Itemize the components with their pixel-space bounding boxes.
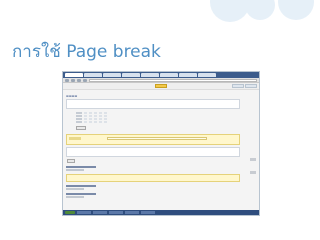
apply-button[interactable] bbox=[76, 126, 86, 130]
question-item[interactable] bbox=[66, 193, 240, 198]
header-button[interactable] bbox=[232, 84, 244, 88]
forward-icon[interactable] bbox=[71, 78, 75, 82]
home-icon[interactable] bbox=[83, 78, 87, 82]
question-subtitle bbox=[66, 169, 84, 171]
question-title bbox=[66, 193, 96, 195]
page-break-section[interactable] bbox=[66, 174, 240, 182]
browser-tab[interactable] bbox=[103, 73, 121, 77]
address-bar[interactable] bbox=[89, 78, 257, 82]
question-item[interactable] bbox=[66, 166, 240, 171]
back-icon[interactable] bbox=[65, 78, 69, 82]
help-button[interactable] bbox=[155, 84, 167, 88]
taskbar-item[interactable] bbox=[125, 211, 139, 214]
page-break-title-input[interactable] bbox=[107, 137, 207, 140]
taskbar-item[interactable] bbox=[93, 211, 107, 214]
done-button[interactable] bbox=[67, 159, 75, 163]
decorative-circles bbox=[200, 0, 320, 36]
date-settings bbox=[76, 112, 240, 123]
question-subtitle bbox=[66, 188, 84, 190]
question-item[interactable] bbox=[66, 185, 240, 190]
refresh-icon[interactable] bbox=[77, 78, 81, 82]
question-title bbox=[66, 166, 96, 168]
header-button[interactable] bbox=[245, 84, 257, 88]
taskbar-item[interactable] bbox=[109, 211, 123, 214]
slide-title: การใช้ Page break bbox=[12, 42, 161, 62]
browser-tab[interactable] bbox=[122, 73, 140, 77]
browser-tab[interactable] bbox=[179, 73, 197, 77]
browser-tab[interactable] bbox=[160, 73, 178, 77]
item-action-icons bbox=[250, 158, 256, 174]
browser-tab[interactable] bbox=[65, 73, 83, 77]
start-button[interactable] bbox=[65, 211, 75, 214]
form-editor-content: ▬▬▬▬ bbox=[63, 92, 243, 210]
app-header bbox=[63, 83, 259, 90]
form-description-box[interactable] bbox=[66, 99, 240, 109]
page-break-section[interactable] bbox=[66, 134, 240, 145]
page-break-description-box[interactable] bbox=[66, 147, 240, 157]
browser-tab[interactable] bbox=[198, 73, 216, 77]
edit-icon[interactable] bbox=[250, 171, 256, 174]
os-taskbar bbox=[63, 210, 259, 215]
form-section-title: ▬▬▬▬ bbox=[66, 94, 78, 98]
page-break-label bbox=[69, 137, 81, 140]
browser-screenshot: ▬▬▬▬ bbox=[62, 71, 260, 216]
browser-tab[interactable] bbox=[141, 73, 159, 77]
question-subtitle bbox=[66, 196, 84, 198]
taskbar-item[interactable] bbox=[77, 211, 91, 214]
taskbar-item[interactable] bbox=[141, 211, 155, 214]
question-title bbox=[66, 185, 96, 187]
edit-icon[interactable] bbox=[250, 158, 256, 161]
browser-tab[interactable] bbox=[84, 73, 102, 77]
